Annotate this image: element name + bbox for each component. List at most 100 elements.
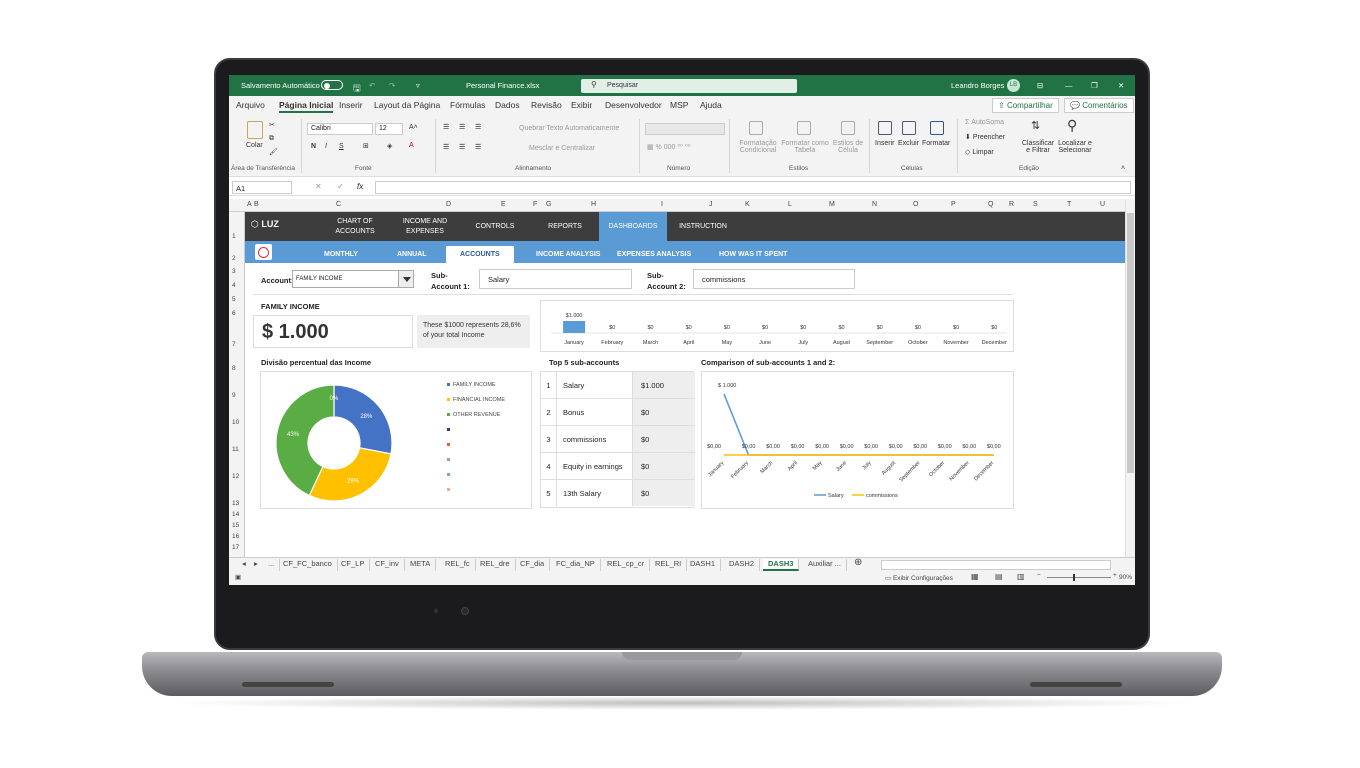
delete-cells-button[interactable]: Excluir <box>898 140 919 147</box>
qat-more-icon[interactable]: ▿ <box>416 81 420 90</box>
zoom-level[interactable]: 90% <box>1119 574 1132 581</box>
subnav-monthly[interactable]: MONTHLY <box>324 251 358 258</box>
col-t[interactable]: T <box>1067 201 1071 208</box>
row-5[interactable]: 5 <box>232 296 236 303</box>
table-row[interactable]: 2 Bonus $0 <box>541 399 695 426</box>
nav-chart-of-accounts[interactable]: CHART OF ACCOUNTS <box>325 212 385 241</box>
col-i[interactable]: I <box>661 201 663 208</box>
currency-icon[interactable]: ▦ % 000 ⁰⁰ ⁰⁰ <box>647 143 691 151</box>
normal-view-icon[interactable]: ▦ <box>971 572 979 581</box>
tab-pagina-inicial[interactable]: Página Inicial <box>279 100 334 113</box>
col-a[interactable]: A <box>247 201 252 208</box>
search-input[interactable]: ⚲ Pesquisar <box>581 79 797 93</box>
nav-reports[interactable]: REPORTS <box>540 212 590 241</box>
tab-formulas[interactable]: Fórmulas <box>450 100 485 110</box>
sheet-tab[interactable]: REL_RI <box>650 559 688 571</box>
display-settings[interactable]: ▭ Exibir Configurações <box>885 574 953 582</box>
sheet-tab[interactable]: META <box>405 559 437 571</box>
row-4[interactable]: 4 <box>232 282 236 289</box>
col-s[interactable]: S <box>1033 201 1038 208</box>
macro-icon[interactable]: ▣ <box>235 573 241 581</box>
play-icon[interactable] <box>255 244 272 260</box>
autosum-button[interactable]: Σ AutoSoma <box>965 119 1004 126</box>
sheet-tab[interactable]: CF_LP <box>336 559 371 571</box>
paste-button[interactable]: Colar <box>246 142 263 149</box>
col-c[interactable]: C <box>336 201 341 208</box>
align-middle-icon[interactable]: ☰ <box>459 123 465 131</box>
horizontal-scrollbar[interactable] <box>881 560 1111 570</box>
row-8[interactable]: 8 <box>232 365 236 372</box>
format-cells-button[interactable]: Formatar <box>922 140 950 147</box>
insert-cells-icon[interactable] <box>878 121 892 135</box>
sheet-tab-active[interactable]: DASH3 <box>763 559 800 571</box>
sheet-tab[interactable]: CF_FC_banco <box>278 559 338 571</box>
row-9[interactable]: 9 <box>232 392 236 399</box>
row-6[interactable]: 6 <box>232 310 236 317</box>
align-right-icon[interactable]: ☰ <box>475 143 481 151</box>
row-15[interactable]: 15 <box>232 522 239 529</box>
sheet-tab[interactable]: DASH2 <box>724 559 761 571</box>
nav-instruction[interactable]: INSTRUCTION <box>673 212 733 241</box>
sheet-tab[interactable]: CF_dia <box>515 559 551 571</box>
clear-button[interactable]: ◇ Limpar <box>965 148 994 156</box>
restore-icon[interactable]: ❐ <box>1091 81 1098 90</box>
zoom-in-icon[interactable]: + <box>1113 572 1117 579</box>
delete-cells-icon[interactable] <box>902 121 916 135</box>
chevron-down-icon[interactable] <box>398 271 413 287</box>
subnav-accounts[interactable]: ACCOUNTS <box>446 246 514 263</box>
col-p[interactable]: P <box>951 201 956 208</box>
col-q[interactable]: Q <box>988 201 993 208</box>
subnav-income-analysis[interactable]: INCOME ANALYSIS <box>536 251 600 258</box>
vertical-scrollbar[interactable] <box>1125 199 1135 557</box>
col-r[interactable]: R <box>1009 201 1014 208</box>
grow-font-icon[interactable]: A˄ <box>409 124 418 131</box>
sort-filter-button[interactable]: Classificar e Filtrar <box>1021 140 1055 154</box>
zoom-out-icon[interactable]: − <box>1037 572 1041 579</box>
find-icon[interactable]: ⚲ <box>1067 117 1077 134</box>
sheet-tab[interactable]: REL_dre <box>475 559 516 571</box>
next-sheet-icon[interactable]: ▸ <box>249 559 263 571</box>
align-bottom-icon[interactable]: ☰ <box>475 123 481 131</box>
row-2[interactable]: 2 <box>232 255 236 262</box>
name-box[interactable]: A1 <box>232 181 292 194</box>
col-e[interactable]: E <box>501 201 506 208</box>
file-name[interactable]: Personal Finance.xlsx <box>466 81 539 90</box>
close-icon[interactable]: ✕ <box>1118 81 1124 90</box>
col-o[interactable]: O <box>913 201 918 208</box>
font-size-select[interactable]: 12 <box>375 123 403 135</box>
cell-styles-button[interactable]: Estilos de Célula <box>829 140 867 154</box>
conditional-format-button[interactable]: Formatação Condicional <box>735 140 781 154</box>
tab-arquivo[interactable]: Arquivo <box>236 100 265 110</box>
tab-desenvolvedor[interactable]: Desenvolvedor <box>605 100 662 110</box>
sort-filter-icon[interactable]: ⇅ <box>1031 119 1040 132</box>
cell-styles-icon[interactable] <box>841 121 855 135</box>
subnav-expenses-analysis[interactable]: EXPENSES ANALYSIS <box>617 251 691 258</box>
sub-account-1-field[interactable]: Salary <box>479 269 632 289</box>
nav-controls[interactable]: CONTROLS <box>470 212 520 241</box>
bold-button[interactable]: N <box>311 143 316 150</box>
row-13[interactable]: 13 <box>232 500 239 507</box>
row-11[interactable]: 11 <box>232 446 239 453</box>
subnav-annual[interactable]: ANNUAL <box>397 251 427 258</box>
format-table-icon[interactable] <box>797 121 811 135</box>
sheet-tab[interactable]: REL_cp_cr <box>602 559 651 571</box>
tab-exibir[interactable]: Exibir <box>571 100 592 110</box>
align-center-icon[interactable]: ☰ <box>459 143 465 151</box>
sheet-tab[interactable]: CF_inv <box>370 559 405 571</box>
sheet-tab[interactable]: FC_dia_NP <box>551 559 601 571</box>
col-j[interactable]: J <box>709 201 713 208</box>
col-u[interactable]: U <box>1100 201 1105 208</box>
row-7[interactable]: 7 <box>232 341 236 348</box>
collapse-ribbon-icon[interactable]: ˄ <box>1121 165 1125 172</box>
format-painter-icon[interactable]: 🖌 <box>269 148 278 156</box>
merge-center-button[interactable]: Mesclar e Centralizar <box>529 145 595 152</box>
table-row[interactable]: 4 Equity in earnings $0 <box>541 453 695 480</box>
row-12[interactable]: 12 <box>232 473 239 480</box>
save-icon[interactable]: 🖫 <box>353 81 361 97</box>
sheet-tab[interactable]: DASH1 <box>685 559 722 571</box>
cut-icon[interactable]: ✂ <box>269 121 275 129</box>
font-name-select[interactable]: Calibri <box>307 123 373 135</box>
tab-inserir[interactable]: Inserir <box>339 100 363 110</box>
confirm-formula-icon[interactable]: ✓ <box>337 182 344 191</box>
find-select-button[interactable]: Localizar e Selecionar <box>1055 140 1095 154</box>
